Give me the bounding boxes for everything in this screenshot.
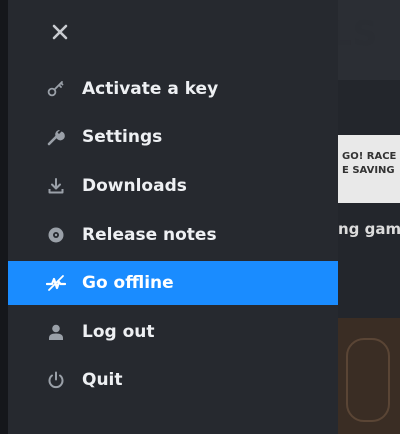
power-icon [46,370,66,390]
user-icon [46,322,66,342]
pulse-icon [46,273,66,293]
background-edge [0,0,8,434]
menu-item-label: Go offline [82,273,174,293]
menu-item-downloads[interactable]: Downloads [8,164,338,208]
side-menu: Activate a key Settings Downloads Releas… [8,0,338,434]
menu-item-label: Downloads [82,176,187,196]
menu-item-label: Log out [82,322,155,342]
menu-item-go-offline[interactable]: Go offline [8,261,338,305]
menu-item-label: Quit [82,370,123,390]
banner-line: GO! RACE [342,151,397,162]
menu-item-quit[interactable]: Quit [8,358,338,402]
close-icon[interactable] [46,18,74,46]
key-icon [46,79,66,99]
banner-line: E SAVING [342,165,395,176]
menu-item-log-out[interactable]: Log out [8,310,338,354]
menu-item-release-notes[interactable]: Release notes [8,213,338,257]
menu-item-settings[interactable]: Settings [8,115,338,159]
menu-item-label: Release notes [82,225,217,245]
menu-item-activate-key[interactable]: Activate a key [8,67,338,111]
menu-item-label: Activate a key [82,79,219,99]
wrench-icon [46,127,66,147]
download-icon [46,176,66,196]
background-thumbnail [338,318,400,434]
background-banner: GO! RACE E SAVING [338,135,400,203]
menu-item-label: Settings [82,127,163,147]
disc-icon [46,225,66,245]
background-section-title: ng game [338,220,400,238]
